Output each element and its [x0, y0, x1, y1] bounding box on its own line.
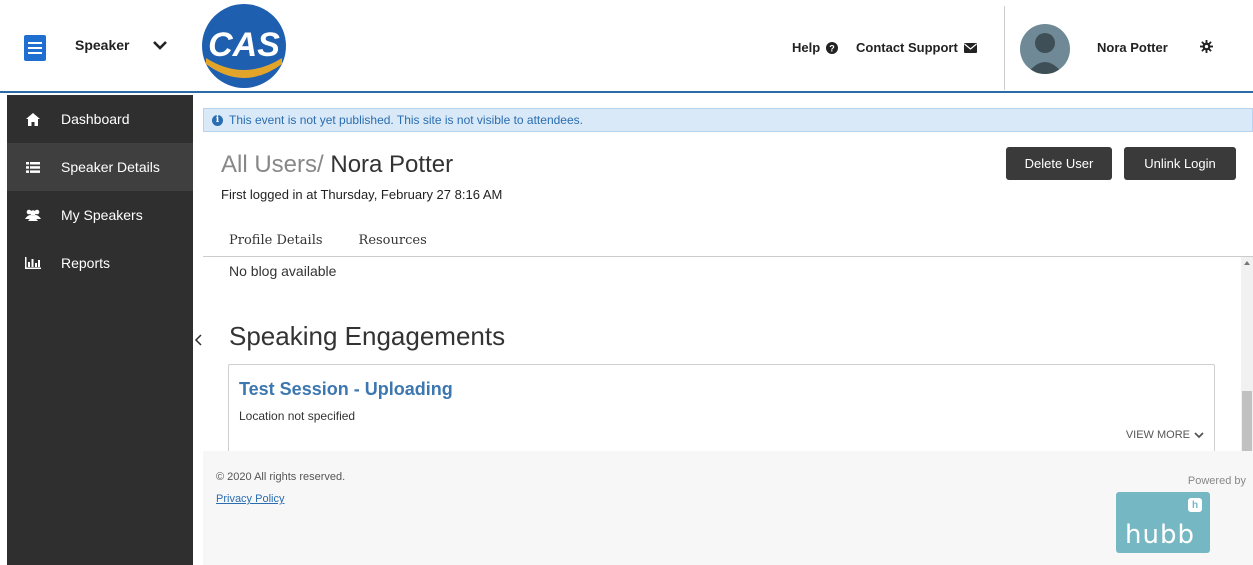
- chevron-down-icon: [1194, 431, 1204, 438]
- contact-support-label: Contact Support: [856, 40, 958, 55]
- sidebar-item-speaker-details[interactable]: Speaker Details: [7, 143, 193, 191]
- logo-text: CAS: [208, 26, 280, 64]
- help-link[interactable]: Help ?: [792, 40, 839, 55]
- sidebar-collapse-icon[interactable]: [193, 330, 203, 350]
- hubb-logo-text: hubb: [1125, 520, 1195, 550]
- scroll-up-icon[interactable]: [1244, 261, 1250, 265]
- engagement-location: Location not specified: [239, 409, 356, 423]
- login-info: First logged in at Thursday, February 27…: [221, 187, 503, 202]
- notice-text: This event is not yet published. This si…: [229, 113, 583, 127]
- content-scrollbar[interactable]: [1241, 257, 1253, 451]
- scroll-thumb[interactable]: [1242, 391, 1252, 451]
- speaking-engagements-heading: Speaking Engagements: [229, 321, 506, 351]
- envelope-icon: [963, 42, 977, 53]
- role-label: Speaker: [75, 37, 130, 53]
- sidebar-item-label: Speaker Details: [61, 159, 160, 175]
- user-name[interactable]: Nora Potter: [1097, 40, 1168, 55]
- help-label: Help: [792, 40, 821, 55]
- info-icon: i: [212, 114, 223, 126]
- profile-tabs: Profile Details Resources: [221, 231, 435, 258]
- delete-user-button[interactable]: Delete User: [1006, 147, 1112, 180]
- tab-resources[interactable]: Resources: [351, 231, 435, 258]
- hubb-logo[interactable]: h hubb: [1116, 492, 1210, 553]
- bar-chart-icon: [23, 257, 43, 269]
- sidebar-item-label: My Speakers: [61, 207, 143, 223]
- contact-support-link[interactable]: Contact Support: [856, 40, 977, 55]
- role-selector[interactable]: Speaker: [75, 37, 168, 53]
- engagement-card: Test Session - Uploading Location not sp…: [228, 364, 1215, 451]
- user-title: Nora Potter: [330, 151, 454, 178]
- chevron-down-icon: [153, 41, 168, 50]
- hubb-bubble-icon: h: [1188, 498, 1202, 512]
- powered-by-text: Powered by: [1187, 475, 1246, 487]
- sidebar: Dashboard Speaker Details My Speakers Re…: [7, 95, 193, 565]
- sidebar-item-label: Reports: [61, 255, 111, 271]
- engagement-title-link[interactable]: Test Session - Uploading: [239, 379, 453, 400]
- tab-profile-details[interactable]: Profile Details: [221, 231, 331, 258]
- home-icon: [23, 112, 43, 126]
- sidebar-item-label: Dashboard: [61, 111, 130, 127]
- copyright-text: © 2020 All rights reserved.: [216, 471, 346, 483]
- view-more-button[interactable]: VIEW MORE: [1126, 429, 1204, 441]
- svg-text:?: ?: [829, 43, 835, 53]
- avatar[interactable]: [1020, 24, 1070, 74]
- cas-logo: CAS: [202, 4, 286, 88]
- view-more-label: VIEW MORE: [1125, 429, 1190, 441]
- page-title: All Users/ Nora Potter: [221, 151, 453, 179]
- question-circle-icon: ?: [826, 41, 839, 54]
- users-icon: [23, 209, 43, 221]
- privacy-policy-link[interactable]: Privacy Policy: [216, 493, 284, 505]
- unlink-login-button[interactable]: Unlink Login: [1124, 147, 1236, 180]
- sidebar-item-dashboard[interactable]: Dashboard: [7, 95, 193, 143]
- breadcrumb-all-users[interactable]: All Users/: [221, 151, 324, 178]
- unpublished-notice: i This event is not yet published. This …: [203, 108, 1253, 132]
- sidebar-item-reports[interactable]: Reports: [7, 239, 193, 287]
- menu-toggle-icon[interactable]: [24, 35, 46, 61]
- sidebar-item-my-speakers[interactable]: My Speakers: [7, 191, 193, 239]
- profile-content: No blog available Speaking Engagements T…: [203, 257, 1241, 451]
- header-divider: [1004, 6, 1005, 90]
- list-icon: [23, 161, 43, 173]
- gear-icon[interactable]: [1200, 40, 1213, 53]
- user-silhouette-icon: [1027, 33, 1063, 74]
- blog-status: No blog available: [229, 263, 337, 279]
- top-header: Speaker CAS Help ? Contact Support Nora …: [0, 0, 1253, 93]
- footer: © 2020 All rights reserved. Privacy Poli…: [203, 451, 1253, 565]
- main-content: i This event is not yet published. This …: [203, 95, 1253, 565]
